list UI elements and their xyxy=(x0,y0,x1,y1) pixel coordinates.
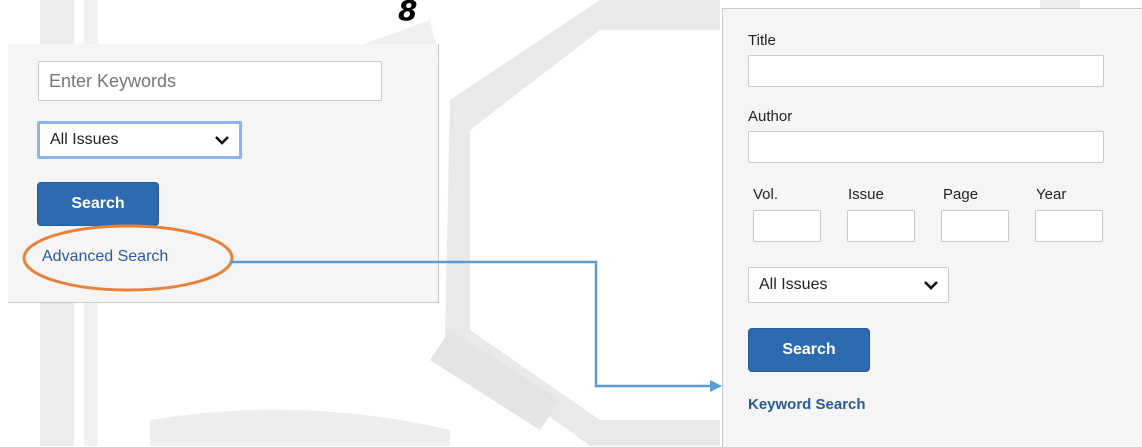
search-button[interactable]: Search xyxy=(37,182,159,226)
chevron-down-icon xyxy=(215,133,229,147)
title-label: Title xyxy=(748,32,776,49)
advanced-search-link[interactable]: Advanced Search xyxy=(42,248,168,266)
year-input[interactable] xyxy=(1035,210,1103,242)
keywords-input[interactable] xyxy=(38,61,382,101)
title-input[interactable] xyxy=(748,55,1104,87)
advanced-issue-select[interactable]: All Issues xyxy=(748,267,949,303)
chevron-down-icon xyxy=(924,278,938,292)
page-input[interactable] xyxy=(941,210,1009,242)
vol-label: Vol. xyxy=(753,186,779,203)
issue-select-value: All Issues xyxy=(50,131,119,148)
advanced-issue-select-value: All Issues xyxy=(759,276,828,293)
author-input[interactable] xyxy=(748,131,1104,163)
advanced-search-button[interactable]: Search xyxy=(748,328,870,372)
vol-input[interactable] xyxy=(753,210,821,242)
page-label: Page xyxy=(943,186,979,203)
keyword-search-link[interactable]: Keyword Search xyxy=(748,396,866,413)
author-label: Author xyxy=(748,108,793,125)
issue-select[interactable]: All Issues xyxy=(37,121,242,159)
year-label: Year xyxy=(1036,186,1067,203)
issue-input[interactable] xyxy=(847,210,915,242)
issue-label: Issue xyxy=(848,186,884,203)
page-number: 8 xyxy=(398,0,418,27)
